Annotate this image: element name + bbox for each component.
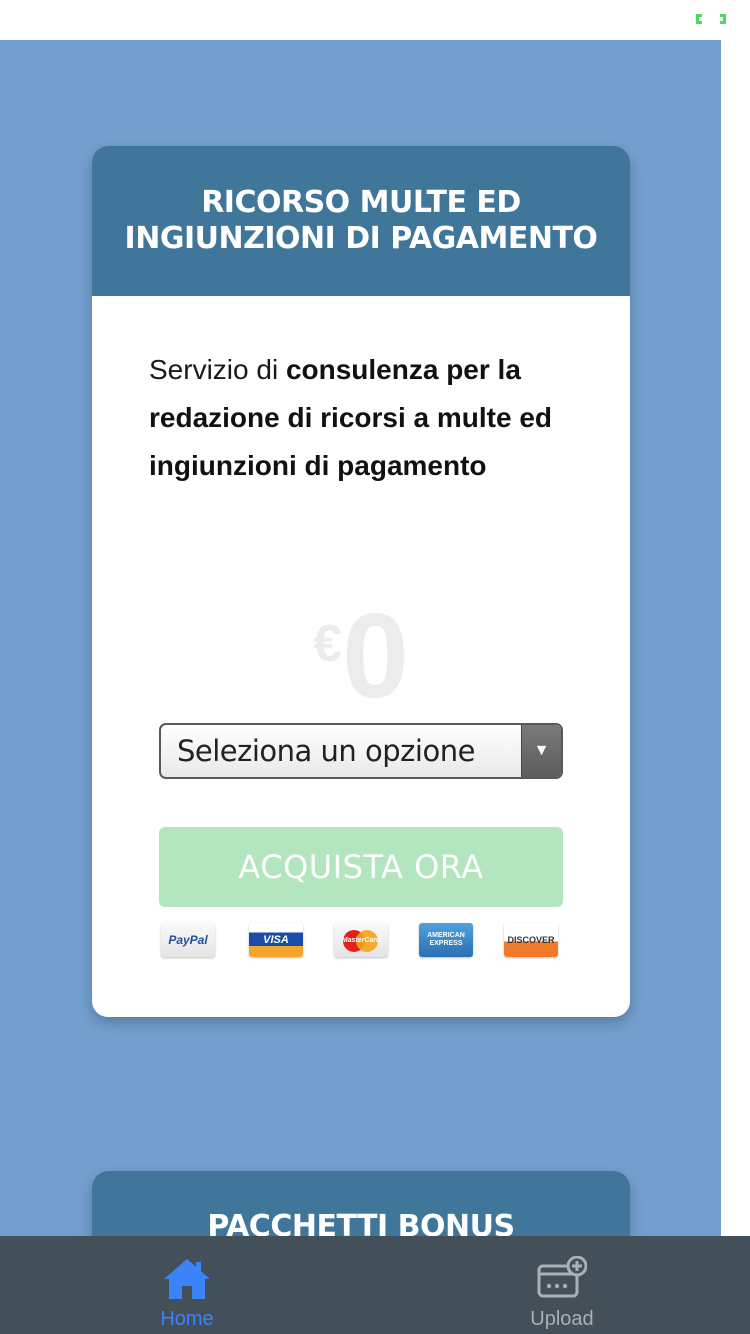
tab-home[interactable]: Home xyxy=(112,1236,262,1334)
amex-icon: AMERICAN EXPRESS xyxy=(419,923,473,957)
buy-now-button[interactable]: ACQUISTA ORA xyxy=(159,827,563,907)
content-area[interactable]: RICORSO MULTE ED INGIUNZIONI DI PAGAMENT… xyxy=(0,40,721,1236)
description-intro: Servizio di xyxy=(149,354,286,385)
visa-icon: VISA xyxy=(249,923,303,957)
tab-upload[interactable]: Upload xyxy=(487,1236,637,1334)
chevron-down-icon[interactable]: ▼ xyxy=(521,725,561,777)
tab-home-label: Home xyxy=(160,1308,214,1330)
price-value: 0 xyxy=(342,589,409,723)
discover-icon: DISCOVER xyxy=(504,923,558,957)
right-edge xyxy=(721,40,750,1236)
bonus-card-header: PACCHETTI BONUS xyxy=(92,1171,630,1236)
tab-bar: Home Upload xyxy=(0,1236,750,1334)
product-description: Servizio di consulenza per la redazione … xyxy=(149,346,589,490)
upload-icon xyxy=(537,1256,587,1298)
home-icon xyxy=(164,1259,210,1299)
status-bar xyxy=(0,0,750,40)
product-card: RICORSO MULTE ED INGIUNZIONI DI PAGAMENT… xyxy=(92,146,630,1017)
price-currency: € xyxy=(313,615,343,673)
battery-icon xyxy=(696,14,726,24)
product-title: RICORSO MULTE ED INGIUNZIONI DI PAGAMENT… xyxy=(124,185,598,256)
bonus-title: PACCHETTI BONUS xyxy=(207,1209,515,1236)
price-display: €0 xyxy=(92,596,630,716)
option-select[interactable]: Seleziona un opzione ▼ xyxy=(159,723,563,779)
mastercard-icon: MasterCard xyxy=(334,923,388,957)
paypal-icon: PayPal xyxy=(161,923,215,957)
option-select-value: Seleziona un opzione xyxy=(177,734,475,768)
bonus-card: PACCHETTI BONUS xyxy=(92,1171,630,1236)
tab-upload-label: Upload xyxy=(530,1308,594,1330)
product-card-header: RICORSO MULTE ED INGIUNZIONI DI PAGAMENT… xyxy=(92,146,630,296)
payment-methods: PayPal VISA MasterCard AMERICAN EXPRESS … xyxy=(159,923,563,959)
mastercard-label: MasterCard xyxy=(341,936,381,944)
